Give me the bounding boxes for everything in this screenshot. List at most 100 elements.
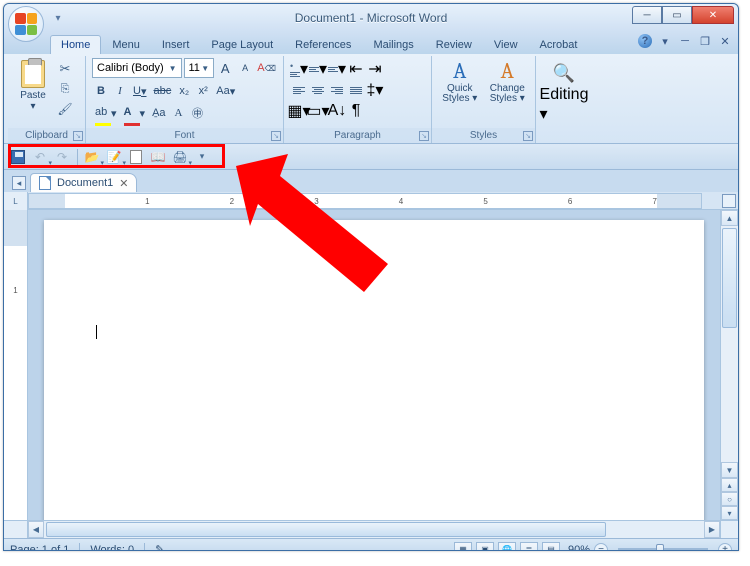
- shading-button[interactable]: ▦▾: [290, 102, 308, 120]
- doc-minimize-icon[interactable]: ─: [678, 34, 692, 48]
- scroll-down-button[interactable]: ▼: [721, 462, 738, 478]
- cut-button[interactable]: ✂: [56, 60, 74, 78]
- qat-new-button[interactable]: [126, 147, 146, 167]
- highlight-button[interactable]: ab▾: [92, 104, 120, 122]
- char-shading-button[interactable]: A: [170, 104, 188, 122]
- qat-customize-button[interactable]: ▾: [192, 147, 212, 167]
- view-draft-button[interactable]: ▤: [542, 542, 560, 552]
- doc-restore-icon[interactable]: ❐: [698, 34, 712, 48]
- tab-view[interactable]: View: [483, 35, 529, 54]
- align-center-button[interactable]: [309, 81, 327, 99]
- strikethrough-button[interactable]: abc: [150, 82, 174, 100]
- shrink-font-button[interactable]: A: [236, 59, 254, 77]
- vertical-ruler[interactable]: 1: [4, 210, 28, 520]
- qat-insert-button[interactable]: 📝▾: [104, 147, 124, 167]
- font-dialog-launcher[interactable]: ↘: [271, 131, 281, 141]
- tab-page-layout[interactable]: Page Layout: [200, 35, 284, 54]
- font-size-select[interactable]: 11▼: [184, 58, 215, 78]
- sort-button[interactable]: A↓: [328, 102, 346, 120]
- minimize-button[interactable]: ─: [632, 6, 662, 24]
- maximize-button[interactable]: ▭: [662, 6, 692, 24]
- font-color-button[interactable]: A▾: [121, 104, 149, 122]
- minimize-ribbon-icon[interactable]: ▾: [658, 34, 672, 48]
- zoom-slider-thumb[interactable]: [656, 544, 664, 552]
- tab-references[interactable]: References: [284, 35, 362, 54]
- qat-dropdown-icon[interactable]: ▾: [50, 10, 66, 26]
- tab-insert[interactable]: Insert: [151, 35, 201, 54]
- tab-review[interactable]: Review: [425, 35, 483, 54]
- hscroll-thumb[interactable]: [46, 522, 606, 537]
- tab-toggle-button[interactable]: ◂: [12, 176, 26, 190]
- borders-button[interactable]: ▭▾: [309, 102, 327, 120]
- view-print-layout-button[interactable]: ▦: [454, 542, 472, 552]
- multilevel-button[interactable]: ▾: [328, 60, 346, 78]
- italic-button[interactable]: I: [111, 82, 129, 100]
- horizontal-scrollbar[interactable]: ◀ ▶: [28, 521, 738, 538]
- hscroll-track[interactable]: [44, 521, 704, 538]
- document-page[interactable]: [44, 220, 704, 520]
- align-right-button[interactable]: [328, 81, 346, 99]
- format-painter-button[interactable]: 🖌: [56, 100, 74, 118]
- increase-indent-button[interactable]: ⇥: [366, 60, 384, 78]
- change-case-button[interactable]: Aa▾: [213, 82, 238, 100]
- bullets-button[interactable]: ▾: [290, 60, 308, 78]
- numbering-button[interactable]: ▾: [309, 60, 327, 78]
- zoom-in-button[interactable]: +: [718, 543, 732, 552]
- qat-undo-button[interactable]: ↶▾: [30, 147, 50, 167]
- close-button[interactable]: ✕: [692, 6, 734, 24]
- subscript-button[interactable]: x₂: [175, 82, 193, 100]
- scroll-left-button[interactable]: ◀: [28, 521, 44, 538]
- scroll-right-button[interactable]: ▶: [704, 521, 720, 538]
- zoom-slider[interactable]: [618, 548, 708, 552]
- font-name-select[interactable]: Calibri (Body)▼: [92, 58, 182, 78]
- editing-button[interactable]: 🔍 Editing▾: [542, 58, 586, 143]
- vscroll-thumb[interactable]: [722, 228, 737, 328]
- tab-mailings[interactable]: Mailings: [362, 35, 424, 54]
- scroll-up-button[interactable]: ▲: [721, 210, 738, 226]
- office-button[interactable]: [8, 6, 44, 42]
- show-hide-button[interactable]: ¶: [347, 102, 365, 120]
- next-page-button[interactable]: ▾: [721, 506, 738, 520]
- underline-button[interactable]: U▾: [130, 82, 149, 100]
- tab-home[interactable]: Home: [50, 35, 101, 54]
- doc-close-icon[interactable]: ✕: [718, 34, 732, 48]
- styles-dialog-launcher[interactable]: ↘: [523, 131, 533, 141]
- qat-print-preview-button[interactable]: 📖: [148, 147, 168, 167]
- char-border-button[interactable]: A̱a: [149, 104, 168, 122]
- enclose-char-button[interactable]: ㊥: [189, 104, 207, 122]
- decrease-indent-button[interactable]: ⇤: [347, 60, 365, 78]
- vertical-scrollbar[interactable]: ▲ ▼ ▴ ○ ▾: [720, 210, 738, 520]
- clipboard-dialog-launcher[interactable]: ↘: [73, 131, 83, 141]
- horizontal-ruler[interactable]: 1 2 3 4 5 6 7: [28, 193, 702, 209]
- tab-selector[interactable]: L: [4, 192, 28, 210]
- document-tab-close[interactable]: ✕: [119, 177, 128, 190]
- view-outline-button[interactable]: ≣: [520, 542, 538, 552]
- zoom-out-button[interactable]: −: [594, 543, 608, 552]
- qat-save-button[interactable]: [8, 147, 28, 167]
- page-viewport[interactable]: [28, 210, 720, 520]
- qat-open-button[interactable]: 📂▾: [82, 147, 102, 167]
- align-left-button[interactable]: [290, 81, 308, 99]
- browse-object-button[interactable]: ○: [721, 492, 738, 506]
- qat-redo-button[interactable]: ↷: [52, 147, 72, 167]
- justify-button[interactable]: [347, 81, 365, 99]
- tab-acrobat[interactable]: Acrobat: [529, 35, 589, 54]
- tab-menu[interactable]: Menu: [101, 35, 151, 54]
- ruler-toggle-button[interactable]: [722, 194, 736, 208]
- superscript-button[interactable]: x²: [194, 82, 212, 100]
- view-web-layout-button[interactable]: 🌐: [498, 542, 516, 552]
- zoom-level[interactable]: 90%: [568, 544, 590, 552]
- copy-button[interactable]: ⎘: [56, 80, 74, 98]
- view-full-screen-button[interactable]: ▣: [476, 542, 494, 552]
- line-spacing-button[interactable]: ‡▾: [366, 81, 384, 99]
- vscroll-track[interactable]: [721, 226, 738, 462]
- prev-page-button[interactable]: ▴: [721, 478, 738, 492]
- document-tab[interactable]: Document1 ✕: [30, 173, 137, 192]
- bold-button[interactable]: B: [92, 82, 110, 100]
- grow-font-button[interactable]: A: [216, 59, 234, 77]
- status-words[interactable]: Words: 0: [90, 544, 134, 552]
- qat-quick-print-button[interactable]: 🖨▾: [170, 147, 190, 167]
- help-icon[interactable]: ?: [638, 34, 652, 48]
- status-page[interactable]: Page: 1 of 1: [10, 544, 69, 552]
- paragraph-dialog-launcher[interactable]: ↘: [419, 131, 429, 141]
